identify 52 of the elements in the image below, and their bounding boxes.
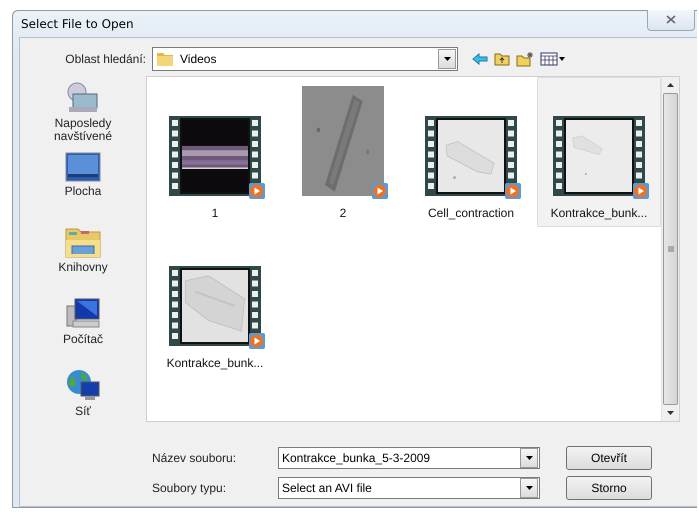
place-label: Knihovny bbox=[57, 261, 109, 274]
window-title: Select File to Open bbox=[21, 17, 134, 31]
look-in-label: Oblast hledání: bbox=[64, 52, 147, 66]
place-label: Síť bbox=[74, 405, 92, 418]
file-type-dropdown[interactable]: Select an AVI file bbox=[278, 477, 540, 499]
play-badge-icon bbox=[248, 332, 266, 350]
file-item[interactable]: 1 bbox=[153, 77, 277, 227]
scrollbar[interactable] bbox=[661, 77, 679, 421]
folder-icon bbox=[156, 51, 174, 67]
file-item[interactable]: Cell_contraction bbox=[409, 77, 533, 227]
file-item[interactable]: Kontrakce_bunk... bbox=[153, 227, 277, 377]
new-folder-icon[interactable] bbox=[516, 51, 534, 67]
computer-icon bbox=[65, 296, 101, 330]
place-item[interactable]: Plocha bbox=[46, 152, 120, 198]
up-folder-icon[interactable] bbox=[494, 52, 510, 66]
cancel-button[interactable]: Storno bbox=[566, 476, 652, 500]
place-item[interactable]: Knihovny bbox=[46, 224, 120, 274]
look-in-dropdown[interactable]: Videos bbox=[152, 47, 458, 71]
file-item[interactable]: 2 bbox=[281, 77, 405, 227]
close-button[interactable] bbox=[647, 10, 695, 30]
place-label: Plocha bbox=[64, 185, 102, 198]
file-name-field[interactable]: Kontrakce_bunka_5-3-2009 bbox=[278, 447, 540, 469]
file-name: Kontrakce_bunk... bbox=[166, 356, 264, 370]
caret-icon bbox=[526, 486, 532, 490]
place-item[interactable]: Naposledy navštívené bbox=[46, 80, 120, 143]
place-label: Naposledy navštívené bbox=[52, 117, 114, 143]
view-menu-icon[interactable] bbox=[540, 52, 566, 66]
close-icon bbox=[666, 15, 676, 24]
back-arrow-icon[interactable] bbox=[472, 53, 488, 65]
open-button[interactable]: Otevřít bbox=[566, 446, 652, 470]
play-badge-icon bbox=[248, 182, 266, 200]
play-badge-icon bbox=[632, 182, 650, 200]
desktop-icon bbox=[65, 152, 101, 182]
caret-icon bbox=[526, 456, 532, 460]
place-label: Počítač bbox=[62, 333, 104, 346]
place-item[interactable]: Počítač bbox=[46, 296, 120, 346]
scroll-up-icon[interactable] bbox=[666, 81, 674, 89]
scroll-thumb[interactable] bbox=[663, 93, 678, 405]
file-name-label: Název souboru: bbox=[152, 451, 238, 465]
file-type-label: Soubory typu: bbox=[152, 481, 228, 495]
grip-icon bbox=[668, 246, 674, 252]
scroll-down-icon[interactable] bbox=[666, 409, 674, 417]
file-item[interactable]: Kontrakce_bunk... bbox=[537, 77, 661, 227]
file-name: Kontrakce_bunk... bbox=[550, 206, 648, 220]
network-icon bbox=[65, 368, 101, 402]
place-item[interactable]: Síť bbox=[46, 368, 120, 418]
file-name: 2 bbox=[340, 206, 346, 220]
play-badge-icon bbox=[504, 182, 522, 200]
file-name: 1 bbox=[212, 206, 218, 220]
file-name: Cell_contraction bbox=[428, 206, 514, 220]
caret-icon bbox=[444, 57, 450, 61]
play-badge-icon bbox=[371, 182, 389, 200]
